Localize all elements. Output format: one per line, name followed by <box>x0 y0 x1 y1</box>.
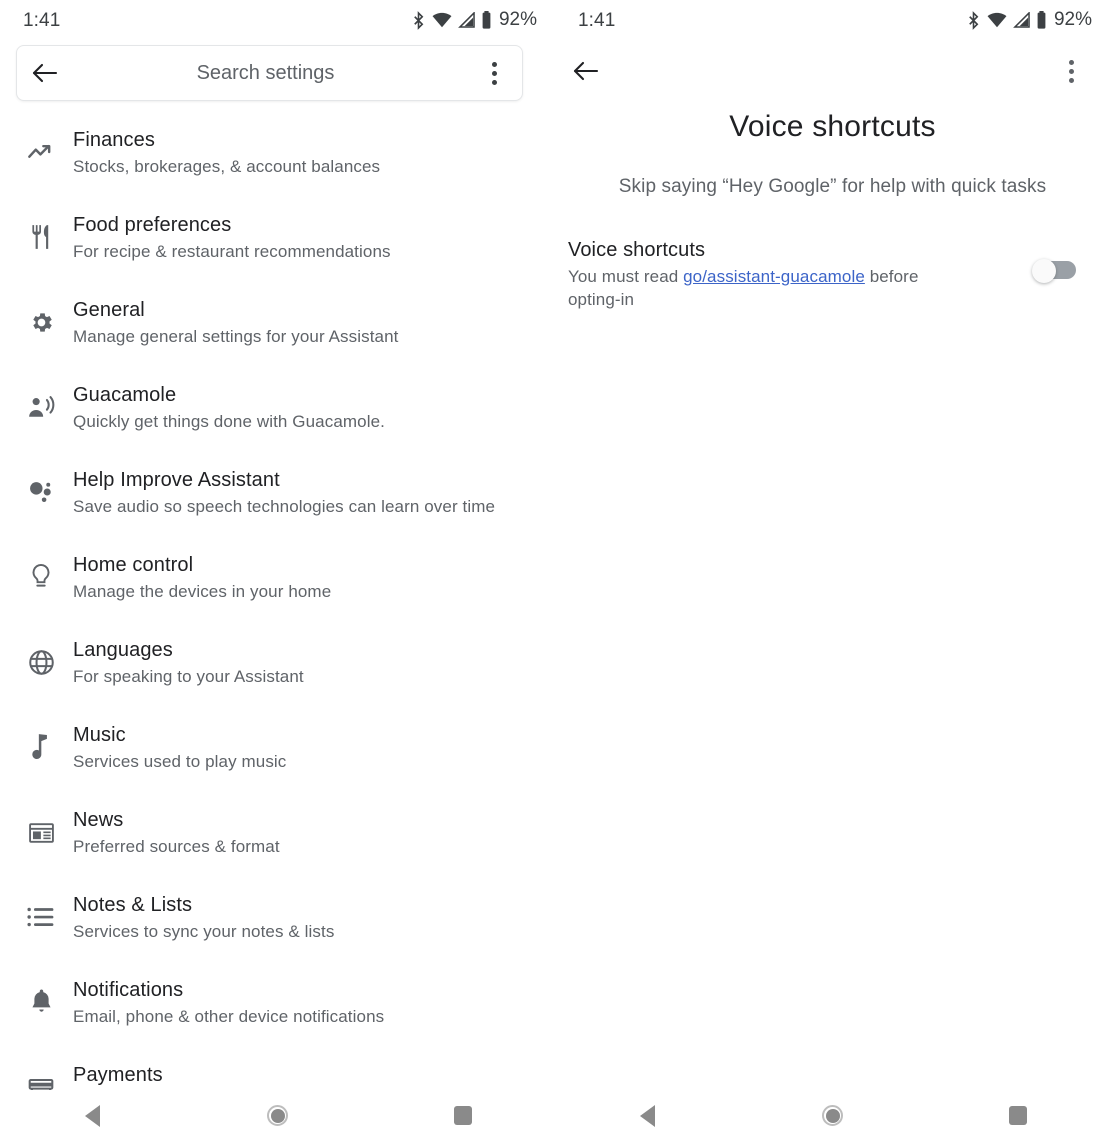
nav-home-button[interactable] <box>238 1090 318 1141</box>
status-bar-time: 1:41 <box>578 10 616 31</box>
right-panel-voice-shortcuts: 1:41 92% Voice shortcuts Skip saying “He… <box>555 0 1110 1141</box>
list-item-news[interactable]: News Preferred sources & format <box>0 793 555 878</box>
overflow-menu-icon-right[interactable] <box>1046 46 1096 96</box>
page-title: Voice shortcuts <box>729 110 936 143</box>
back-arrow-icon[interactable] <box>558 46 614 96</box>
wifi-icon <box>432 12 452 28</box>
guacamole-doc-link[interactable]: go/assistant-guacamole <box>683 267 865 286</box>
list-item-title: Help Improve Assistant <box>73 469 280 491</box>
voice-shortcuts-toggle[interactable] <box>1032 259 1076 283</box>
list-item-languages[interactable]: Languages For speaking to your Assistant <box>0 623 555 708</box>
list-item-subtitle: Quickly get things done with Guacamole. <box>73 412 385 431</box>
list-item-notifications[interactable]: Notifications Email, phone & other devic… <box>0 963 555 1048</box>
cellular-signal-icon <box>1013 12 1030 28</box>
list-item-title: Music <box>73 724 126 746</box>
list-item-title: Notes & Lists <box>73 894 193 916</box>
list-item-subtitle: Manage general settings for your Assista… <box>73 327 399 346</box>
list-item-notes-and-lists[interactable]: Notes & Lists Services to sync your note… <box>0 878 555 963</box>
list-item-subtitle: Services used to play music <box>73 752 287 771</box>
nav-recents-button[interactable] <box>423 1090 503 1141</box>
recents-square-icon <box>1008 1106 1027 1125</box>
bubbles-icon <box>24 475 58 509</box>
newspaper-icon <box>24 815 58 849</box>
list-icon <box>24 900 58 934</box>
status-bar-right: 1:41 92% <box>555 0 1110 40</box>
status-bar-icons: 92% <box>966 9 1092 31</box>
list-item-title: Food preferences <box>73 214 232 236</box>
list-item-general[interactable]: General Manage general settings for your… <box>0 283 555 368</box>
list-item-guacamole[interactable]: Guacamole Quickly get things done with G… <box>0 368 555 453</box>
status-bar-left: 1:41 92% <box>0 0 555 40</box>
list-item-title: Payments <box>73 1064 163 1086</box>
list-item-subtitle: Save audio so speech technologies can le… <box>73 497 496 516</box>
list-item-title: Guacamole <box>73 384 177 406</box>
nav-home-button[interactable] <box>793 1090 873 1141</box>
list-item-subtitle: Manage the devices in your home <box>73 582 332 601</box>
overflow-menu-icon-left[interactable] <box>466 45 522 101</box>
search-settings-bar[interactable]: Search settings <box>16 45 523 101</box>
settings-list: Finances Stocks, brokerages, & account b… <box>0 113 555 1133</box>
toggle-thumb <box>1032 259 1056 283</box>
nav-back-button[interactable] <box>53 1090 133 1141</box>
battery-percent-label: 92% <box>1053 9 1092 30</box>
bluetooth-icon <box>411 10 426 30</box>
three-dots-icon <box>491 61 497 85</box>
bluetooth-icon <box>966 10 981 30</box>
setting-title: Voice shortcuts <box>568 239 706 261</box>
list-item-title: Finances <box>73 129 155 151</box>
battery-icon <box>1036 11 1047 29</box>
search-input[interactable]: Search settings <box>65 62 466 85</box>
list-item-title: News <box>73 809 124 831</box>
lightbulb-icon <box>24 560 58 594</box>
screen-root: 1:41 92% Search settings Finances Stocks… <box>0 0 1110 1141</box>
nav-recents-button[interactable] <box>978 1090 1058 1141</box>
nav-back-button[interactable] <box>608 1090 688 1141</box>
setting-description: You must read go/assistant-guacamole bef… <box>568 265 928 311</box>
back-triangle-icon <box>640 1104 655 1127</box>
page-subtitle: Skip saying “Hey Google” for help with q… <box>618 176 1047 197</box>
list-item-subtitle: Services to sync your notes & lists <box>73 922 335 941</box>
restaurant-icon <box>24 220 58 254</box>
list-item-subtitle: Email, phone & other device notification… <box>73 1007 385 1026</box>
list-item-title: General <box>73 299 145 321</box>
left-panel-settings-list: 1:41 92% Search settings Finances Stocks… <box>0 0 555 1141</box>
list-item-help-improve-assistant[interactable]: Help Improve Assistant Save audio so spe… <box>0 453 555 538</box>
status-bar-icons: 92% <box>411 9 537 31</box>
recents-square-icon <box>453 1106 472 1125</box>
list-item-subtitle: Preferred sources & format <box>73 837 280 856</box>
gear-icon <box>24 305 58 339</box>
home-circle-icon <box>267 1105 288 1126</box>
battery-percent-label: 92% <box>498 9 537 30</box>
list-item-home-control[interactable]: Home control Manage the devices in your … <box>0 538 555 623</box>
three-dots-icon <box>1068 59 1074 83</box>
cellular-signal-icon <box>458 12 475 28</box>
list-item-title: Home control <box>73 554 194 576</box>
list-item-subtitle: For speaking to your Assistant <box>73 667 304 686</box>
list-item-music[interactable]: Music Services used to play music <box>0 708 555 793</box>
setting-description-before: You must read <box>568 267 684 286</box>
status-bar-time: 1:41 <box>23 10 61 31</box>
navigation-bar-left <box>0 1090 555 1141</box>
navigation-bar-right <box>555 1090 1110 1141</box>
bell-icon <box>24 985 58 1019</box>
voice-shortcuts-setting-row[interactable]: Voice shortcuts You must read go/assista… <box>568 236 1098 311</box>
battery-icon <box>481 11 492 29</box>
back-triangle-icon <box>85 1104 100 1127</box>
list-item-finances[interactable]: Finances Stocks, brokerages, & account b… <box>0 113 555 198</box>
home-circle-icon <box>822 1105 843 1126</box>
list-item-title: Languages <box>73 639 173 661</box>
list-item-subtitle: Stocks, brokerages, & account balances <box>73 157 381 176</box>
trending-up-icon <box>24 135 58 169</box>
list-item-subtitle: For recipe & restaurant recommendations <box>73 242 391 261</box>
globe-icon <box>24 645 58 679</box>
list-item-food-preferences[interactable]: Food preferences For recipe & restaurant… <box>0 198 555 283</box>
right-top-bar <box>555 40 1110 102</box>
list-item-title: Notifications <box>73 979 184 1001</box>
music-note-icon <box>24 730 58 764</box>
wifi-icon <box>987 12 1007 28</box>
voice-person-icon <box>24 390 58 424</box>
